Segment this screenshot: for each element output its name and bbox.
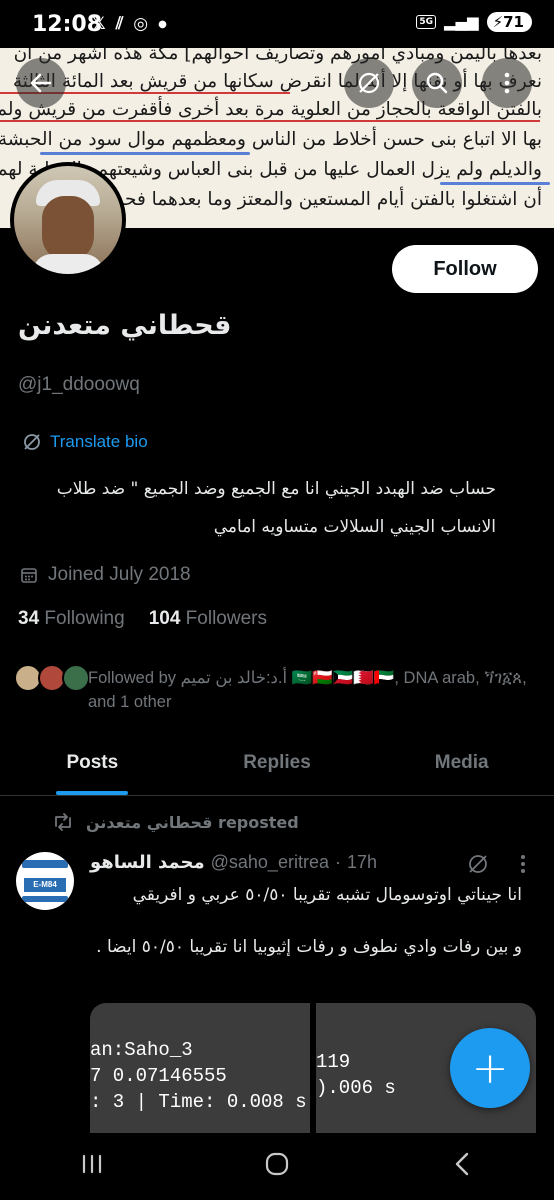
translate-button[interactable] [344,58,394,108]
search-icon [426,72,448,94]
more-button[interactable] [482,58,532,108]
followers-link[interactable]: 104 Followers [149,608,267,630]
status-right: 5G ▂▄▆ ⚡71 [416,12,532,32]
post-separator: · [334,852,341,872]
following-link[interactable]: 34 Following [18,608,125,630]
repost-label: قحطاني متعدنن reposted [86,812,299,832]
tab-posts[interactable]: Posts [0,740,185,795]
post-header: محمد الساهو @saho_eritrea · 17h [90,852,377,873]
followers-count: 104 [148,608,181,629]
followers-label: Followers [185,608,267,629]
translate-bio-link[interactable]: Translate bio [22,432,148,452]
banner-line: بعدها باليمن ومبادي أمورهم وتصاريف أحوال… [13,48,542,64]
back-icon [30,73,52,93]
followed-by-text[interactable]: Followed by أ.د:خالد بن تميم 🇸🇦🇴🇲🇰🇼🇧🇭🇦🇪,… [88,666,538,714]
back-nav-button[interactable] [422,1151,502,1184]
tab-posts-label: Posts [66,752,119,773]
recents-button[interactable] [52,1152,132,1182]
profile-tabs: Posts Replies Media [0,740,554,796]
follow-stats: 34 Following 104 Followers [18,608,267,630]
translate-icon [358,72,380,94]
post-author-handle[interactable]: @saho_eritrea [211,852,329,873]
network-badge: 5G [416,15,436,29]
search-button[interactable] [412,58,462,108]
recents-icon [83,1154,102,1174]
post-author-name[interactable]: محمد الساهو [90,852,205,873]
pattern-icon: ⫽ [115,14,124,34]
following-count: 34 [18,608,40,629]
notification-icons: 𝕏 ⫽ ◎ ● [92,14,167,34]
post-time: 17h [346,852,378,872]
translate-bio-label: Translate bio [50,432,148,451]
status-bar: 12:08 𝕏 ⫽ ◎ ● 5G ▂▄▆ ⚡71 [0,0,554,48]
post-more-button[interactable] [518,852,528,880]
more-icon [521,855,525,873]
joined-label: Joined July 2018 [48,564,191,585]
repost-icon [55,813,71,831]
chevron-left-icon [455,1152,468,1175]
post-avatar[interactable]: E-M84 [16,852,74,910]
avatar-photo [14,166,122,274]
red-underline [0,120,540,122]
tab-indicator [56,791,129,795]
blue-underline [40,152,250,155]
profile-avatar[interactable] [10,162,126,278]
whatsapp-icon: ◎ [133,14,149,34]
x-icon: 𝕏 [92,14,106,34]
post-translate-button[interactable] [466,852,490,880]
profile-name: قحطاني متعدنن [18,310,232,341]
more-icon [504,72,510,94]
joined-date: Joined July 2018 [20,564,191,586]
banner-line: بها الا اتباع بنى حسن أخلاط من الناس ومع… [0,129,542,150]
tab-replies[interactable]: Replies [185,740,370,795]
compose-button[interactable]: + [450,1028,530,1108]
home-icon [265,1152,289,1175]
follow-button[interactable]: Follow [392,245,538,293]
battery-badge: ⚡71 [486,12,532,32]
followed-by-avatars[interactable] [14,664,90,692]
tab-media-label: Media [434,752,489,773]
media-line: an:Saho_3 [90,1039,193,1061]
media-line: 7 0.07146555 [90,1065,227,1087]
blue-underline [440,182,550,185]
system-nav-bar [0,1134,554,1200]
post-paragraph: و بين رفات وادي نطوف و رفات إثيوبيا انا … [96,937,522,957]
dot-icon: ● [158,18,167,30]
avatar [62,664,90,692]
home-button[interactable] [237,1150,317,1185]
signal-icon: ▂▄▆ [443,13,479,31]
profile-bio: حساب ضد الهبدد الجيني انا مع الجميع وضد … [56,479,496,537]
tab-media[interactable]: Media [369,740,554,795]
post-paragraph: انا جيناتي اوتوسومال تشبه تقريبا ٥٠/٥٠ ع… [132,885,522,905]
post-text: انا جيناتي اوتوسومال تشبه تقريبا ٥٠/٥٠ ع… [90,880,522,984]
repost-indicator: قحطاني متعدنن reposted [52,812,299,832]
media-line: : 3 | Time: 0.008 s [90,1091,307,1113]
following-label: Following [44,608,125,629]
translate-icon [24,434,40,450]
tab-replies-label: Replies [243,752,311,773]
profile-handle: @j1_ddooowq [18,374,140,395]
back-button[interactable] [16,58,66,108]
avatar-text: E-M84 [24,878,66,892]
translate-icon [469,855,487,873]
calendar-icon [21,568,37,583]
battery-level: 71 [503,13,524,31]
post-media-image[interactable]: an:Saho_3 7 0.07146555 : 3 | Time: 0.008… [90,1003,310,1133]
